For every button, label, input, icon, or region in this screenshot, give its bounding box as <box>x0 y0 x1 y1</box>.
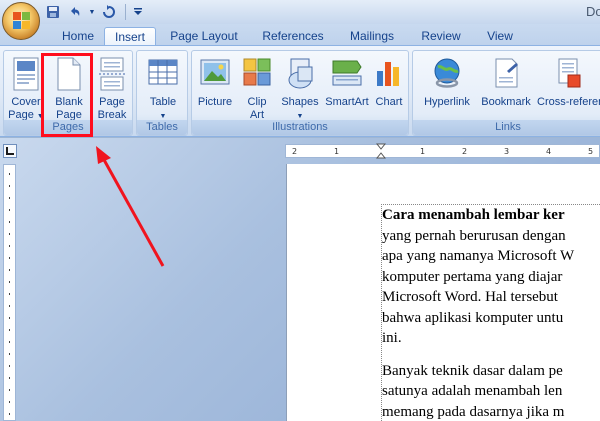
ruler-tick: 3 <box>504 147 510 156</box>
indent-marker-icon[interactable] <box>376 143 386 159</box>
document-line: Microsoft Word. Hal tersebut <box>382 289 558 305</box>
vertical-ruler-ticks <box>9 173 10 415</box>
bookmark-icon <box>492 57 520 92</box>
document-line: yang pernah berurusan dengan <box>382 227 566 244</box>
table-label: Table <box>149 96 177 108</box>
ruler-tick: 2 <box>292 147 298 156</box>
save-icon[interactable] <box>44 3 62 21</box>
hyperlink-label: Hyperlink <box>424 96 470 108</box>
bookmark-button[interactable]: Bookmark <box>477 53 535 123</box>
redo-icon[interactable] <box>100 3 118 21</box>
illustrations-group: Picture Clip Art Shapes ▼ SmartArt Chart… <box>191 50 409 136</box>
document-line: komputer pertama yang diajar <box>382 268 563 285</box>
picture-button[interactable]: Picture <box>194 53 236 123</box>
window-title: Do <box>586 4 600 19</box>
tab-home[interactable]: Home <box>52 27 104 46</box>
cover-page-button[interactable]: Cover Page ▼ <box>6 53 46 123</box>
table-icon <box>148 57 178 90</box>
tables-group-label: Tables <box>137 120 187 135</box>
tables-group: Table ▼ Tables <box>136 50 188 136</box>
picture-label: Picture <box>197 96 233 108</box>
picture-icon <box>200 57 230 90</box>
document-line: Banyak teknik dasar dalam pe <box>382 362 563 379</box>
office-logo-icon <box>13 12 31 30</box>
document-line: apa yang namanya Microsoft W <box>382 248 575 264</box>
smartart-icon <box>331 57 363 90</box>
cross-reference-icon <box>556 57 584 92</box>
page-break-label-1: Page <box>99 96 125 108</box>
smartart-label: SmartArt <box>325 96 369 108</box>
shapes-icon <box>285 57 315 92</box>
bookmark-label: Bookmark <box>481 96 531 108</box>
tab-page-layout[interactable]: Page Layout <box>162 27 246 46</box>
document-line: ini. <box>382 330 402 346</box>
hyperlink-icon <box>432 57 462 92</box>
chart-label: Chart <box>375 96 403 108</box>
document-body[interactable]: Cara menambah lembar ker yang pernah ber… <box>381 204 600 421</box>
quick-access-toolbar: ▼ <box>44 3 143 21</box>
clip-art-button[interactable]: Clip Art <box>238 53 276 123</box>
document-line: bahwa aplikasi komputer untu <box>382 309 564 326</box>
links-group-label: Links <box>413 120 600 135</box>
cover-page-icon <box>12 57 40 94</box>
document-line: memang pada dasarnya jika m <box>382 403 565 420</box>
document-heading-line: Cara menambah lembar ker <box>382 207 565 223</box>
tab-review[interactable]: Review <box>414 27 468 46</box>
undo-dropdown-icon[interactable]: ▼ <box>88 3 96 21</box>
qat-separator <box>125 4 126 20</box>
tab-mailings[interactable]: Mailings <box>340 27 404 46</box>
clip-art-label-1: Clip <box>247 96 267 108</box>
undo-icon[interactable] <box>66 3 84 21</box>
shapes-button[interactable]: Shapes ▼ <box>278 53 322 123</box>
table-button[interactable]: Table ▼ <box>140 53 186 123</box>
tab-insert[interactable]: Insert <box>104 27 156 47</box>
clip-art-icon <box>243 57 271 90</box>
smartart-button[interactable]: SmartArt <box>324 53 370 123</box>
tab-references[interactable]: References <box>255 27 331 46</box>
chart-icon <box>375 57 403 90</box>
horizontal-ruler[interactable]: 2 1 1 2 3 4 5 <box>285 143 600 159</box>
cross-reference-button[interactable]: Cross-referen <box>535 53 600 123</box>
tab-view[interactable]: View <box>478 27 522 46</box>
ruler-tick: 4 <box>546 147 552 156</box>
ruler-tick: 2 <box>462 147 468 156</box>
blank-page-highlight-box <box>41 53 93 137</box>
ruler-tick: 1 <box>420 147 426 156</box>
hyperlink-button[interactable]: Hyperlink <box>419 53 475 123</box>
page-break-icon <box>98 57 126 94</box>
links-group: Hyperlink Bookmark Cross-referen Links <box>412 50 600 136</box>
chart-button[interactable]: Chart <box>372 53 406 123</box>
ruler-tick: 5 <box>588 147 594 156</box>
cover-page-label-1: Cover <box>11 96 41 108</box>
ribbon-tabs: Home Insert Page Layout References Maili… <box>0 24 600 47</box>
customize-qat-icon[interactable] <box>133 3 143 21</box>
document-line: satunya adalah menambah len <box>382 383 563 399</box>
office-button[interactable] <box>2 2 40 40</box>
ruler-tick: 1 <box>334 147 340 156</box>
illustrations-group-label: Illustrations <box>192 120 408 135</box>
page-break-button[interactable]: Page Break <box>92 53 132 123</box>
shapes-label: Shapes <box>281 96 319 108</box>
vertical-ruler[interactable] <box>3 164 16 421</box>
title-bar: ▼ Do <box>0 0 600 24</box>
tab-selector-icon[interactable] <box>3 144 17 158</box>
cross-reference-label: Cross-referen <box>537 96 600 108</box>
